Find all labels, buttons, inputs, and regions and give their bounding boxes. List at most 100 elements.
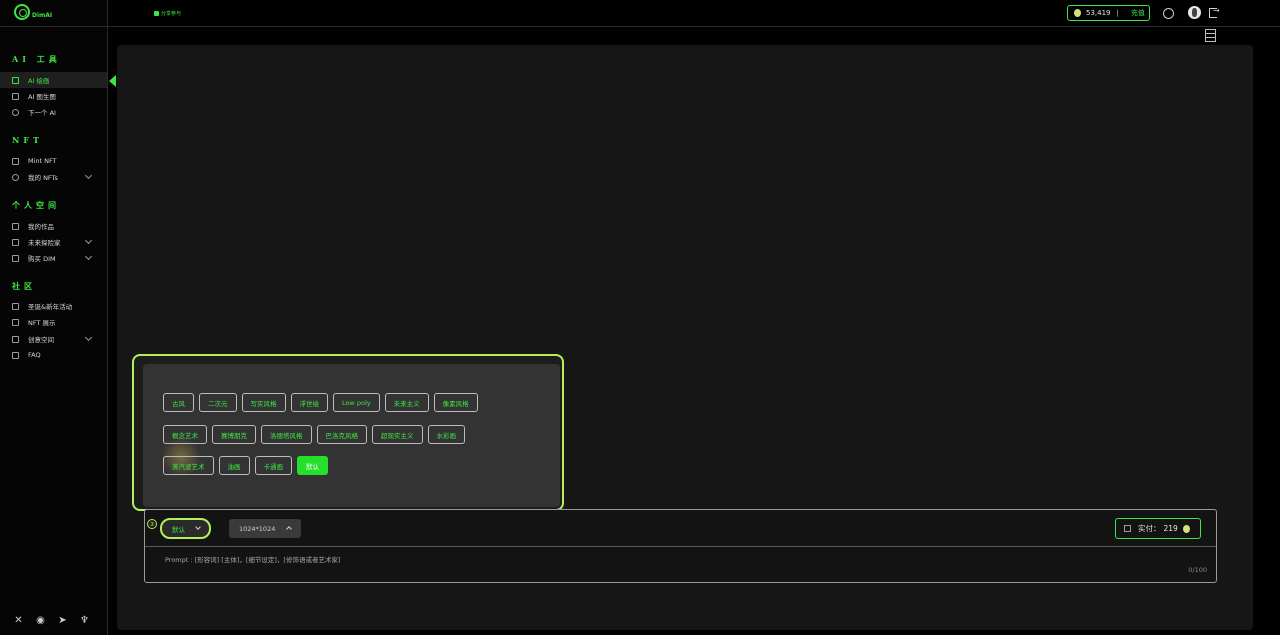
payment-amount: 219 [1163,524,1178,533]
top-header: 分享参与 53,419 | 充值 [108,0,1280,27]
explorer-icon [12,238,19,246]
logout-icon[interactable] [1209,6,1220,18]
sidebar-item-christmas-event[interactable]: 圣诞&新年活动 [0,298,107,314]
sidebar-item-label: AI 图生图 [28,93,56,101]
style-row-2: 概念艺术 赛博朋克 洛丽塔风格 巴洛克风格 超现实主义 水彩画 [163,425,465,444]
sidebar-item-buy-dim[interactable]: 购买 DIM [0,250,107,266]
style-option-selected[interactable]: 默认 [297,456,328,475]
x-twitter-icon[interactable]: ✕ [12,614,25,627]
avatar[interactable] [1188,6,1201,19]
sidebar-item-label: 我的 NFTs [28,174,58,182]
sidebar-item-img2img[interactable]: AI 图生图 [0,88,107,104]
style-option[interactable]: 油画 [218,456,250,475]
telegram-icon[interactable]: ➤ [56,614,69,627]
style-option[interactable]: 卡通画 [254,456,292,475]
style-select-value: 默认 [172,525,185,534]
coin-icon [1074,9,1081,17]
chevron-down-icon [84,333,93,342]
size-select-value: 1024*1024 [239,524,276,533]
share-link[interactable]: 分享参与 [154,10,181,17]
mint-icon [12,157,19,165]
layout-toggle-icon[interactable] [1205,29,1216,42]
image-icon [12,76,19,84]
chevron-down-icon [195,524,201,530]
balance-pill: 53,419 | 充值 [1067,5,1150,21]
info-icon [12,108,19,116]
space-icon [12,335,19,343]
document-icon [12,318,19,326]
prompt-input[interactable] [165,556,1065,564]
style-picker-popup: 古风 二次元 写实风格 浮世绘 Low poly 未来主义 像素风格 概念艺术 … [132,354,564,511]
style-option[interactable]: Low poly [333,393,380,412]
step-badge: ③ [147,519,157,529]
chevron-down-icon [84,171,93,180]
style-select[interactable]: 默认 [160,518,211,539]
sidebar-item-label: AI 绘画 [28,77,50,85]
sidebar: DimAI AI 工具 AI 绘画 AI 图生图 下一个 AI NFT Mint… [0,0,108,635]
style-option[interactable]: 巴洛克风格 [316,425,367,444]
sidebar-item-my-works[interactable]: 我的作品 [0,218,107,234]
sidebar-item-my-nfts[interactable]: 我的 NFTs [0,169,107,185]
brand-name: DimAI [32,12,53,19]
style-option[interactable]: 洛丽塔风格 [261,425,312,444]
style-row-1: 古风 二次元 写实风格 浮世绘 Low poly 未来主义 像素风格 [163,393,478,412]
section-title-ai-tools: AI 工具 [12,54,61,64]
gift-icon [12,302,19,310]
style-option[interactable]: 超现实主义 [372,425,423,444]
generate-button[interactable]: 实付： 219 [1115,518,1201,539]
style-option[interactable]: 古风 [163,393,194,412]
chevron-up-icon [286,526,292,532]
microphone-icon[interactable]: ♆ [78,614,91,627]
section-title-nft: NFT [12,135,43,145]
box-icon [12,222,19,230]
globe-icon[interactable] [1163,8,1174,19]
style-option[interactable]: 写实风格 [241,393,286,412]
nft-icon [12,173,19,181]
style-option[interactable]: 浮世绘 [290,393,328,412]
payment-icon [1124,525,1131,532]
sidebar-item-faq[interactable]: FAQ [0,347,107,363]
cart-icon [12,254,19,262]
style-option[interactable]: 水彩画 [427,425,465,444]
sidebar-item-label: 购买 DIM [28,255,56,263]
style-option[interactable]: 像素风格 [433,393,478,412]
size-select[interactable]: 1024*1024 [229,519,301,538]
balance-separator: | [1116,9,1119,17]
style-option[interactable]: 二次元 [199,393,237,412]
sidebar-item-label: FAQ [28,351,41,359]
style-option[interactable]: 赛博朋克 [212,425,256,444]
section-title-community: 社区 [12,281,36,291]
style-option[interactable]: 蒸汽波艺术 [163,456,214,475]
discord-icon[interactable]: ◉ [34,614,47,627]
balance-amount: 53,419 [1086,9,1111,17]
chevron-down-icon [84,236,93,245]
sidebar-item-label: 下一个 AI [28,109,56,117]
logo-icon [14,4,30,20]
coin-icon [1182,524,1190,533]
sidebar-item-mint-nft[interactable]: Mint NFT [0,153,107,169]
recharge-button[interactable]: 充值 [1131,8,1145,18]
image-icon [12,92,19,100]
sidebar-item-label: 创意空间 [28,336,54,344]
sidebar-divider [0,26,108,27]
faq-icon [12,351,19,359]
style-option[interactable]: 概念艺术 [163,425,207,444]
sidebar-item-future-explorer[interactable]: 未来探险家 [0,234,107,250]
payment-label: 实付： [1138,524,1161,533]
style-option[interactable]: 未来主义 [384,393,429,412]
char-counter: 0/100 [1188,566,1207,574]
sidebar-item-label: 圣诞&新年活动 [28,303,73,311]
style-picker-inner: 古风 二次元 写实风格 浮世绘 Low poly 未来主义 像素风格 概念艺术 … [143,364,560,507]
sidebar-item-label: 我的作品 [28,223,54,231]
chevron-down-icon [84,252,93,261]
sidebar-item-ai-painting[interactable]: AI 绘画 [0,72,107,88]
sidebar-item-next-ai[interactable]: 下一个 AI [0,104,107,120]
share-icon [154,11,159,16]
brand-logo[interactable]: DimAI [14,4,52,20]
share-label: 分享参与 [161,11,182,17]
active-indicator-arrow [109,75,116,87]
sidebar-item-nft-showcase[interactable]: NFT 展示 [0,314,107,330]
prompt-panel: ③ 默认 1024*1024 实付： 219 0/100 [144,509,1217,583]
sidebar-item-creative-space[interactable]: 创意空间 [0,331,107,347]
sidebar-item-label: NFT 展示 [28,319,56,327]
